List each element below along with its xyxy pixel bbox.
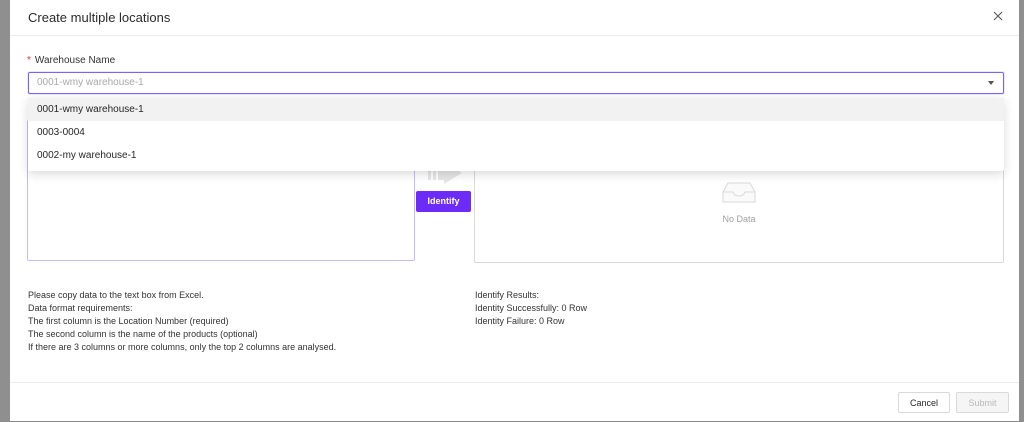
modal-footer: Cancel Submit xyxy=(10,382,1019,422)
results-failure-count: Identity Failure: 0 Row xyxy=(475,316,565,326)
identify-button[interactable]: Identify xyxy=(416,191,471,212)
empty-inbox-icon xyxy=(722,182,756,203)
modal-title: Create multiple locations xyxy=(28,10,171,25)
instructions-text: Please copy data to the text box from Ex… xyxy=(28,289,336,354)
dropdown-option[interactable]: 0002-my warehouse-1 xyxy=(28,144,1004,167)
dropdown-option-label: 0003-0004 xyxy=(37,127,85,138)
warehouse-name-label: * Warehouse Name xyxy=(27,55,115,66)
no-data-text: No Data xyxy=(722,214,756,224)
close-icon xyxy=(993,11,1003,21)
instruction-line: If there are 3 columns or more columns, … xyxy=(28,342,337,352)
backdrop-left xyxy=(0,0,10,421)
chevron-down-icon[interactable] xyxy=(988,81,994,85)
warehouse-dropdown: 0001-wmy warehouse-1 0003-0004 0002-my w… xyxy=(28,98,1004,171)
identify-results: Identify Results: Identity Successfully:… xyxy=(475,289,587,328)
required-mark: * xyxy=(27,55,31,66)
modal-header: Create multiple locations xyxy=(10,0,1019,36)
submit-button[interactable]: Submit xyxy=(956,392,1009,413)
results-success-count: Identity Successfully: 0 Row xyxy=(475,303,588,313)
warehouse-select-value: 0001-wmy warehouse-1 xyxy=(37,77,144,88)
instruction-line: The first column is the Location Number … xyxy=(28,316,229,326)
close-button[interactable] xyxy=(991,9,1005,23)
instruction-line: Please copy data to the text box from Ex… xyxy=(28,290,204,300)
create-locations-modal: Create multiple locations * Warehouse Nam… xyxy=(10,0,1019,421)
dropdown-option-label: 0002-my warehouse-1 xyxy=(37,150,137,161)
backdrop-right xyxy=(1019,0,1024,421)
cancel-button[interactable]: Cancel xyxy=(898,392,950,413)
dropdown-option[interactable]: 0001-wmy warehouse-1 xyxy=(28,98,1004,121)
warehouse-name-label-text: Warehouse Name xyxy=(34,55,116,66)
instruction-line: The second column is the name of the pro… xyxy=(28,329,258,339)
results-heading: Identify Results: xyxy=(475,290,540,300)
dropdown-option-label: 0001-wmy warehouse-1 xyxy=(37,104,144,115)
dropdown-option[interactable]: 0003-0004 xyxy=(28,121,1004,144)
warehouse-select[interactable]: 0001-wmy warehouse-1 xyxy=(28,72,1004,94)
instruction-line: Data format requirements: xyxy=(28,303,133,313)
